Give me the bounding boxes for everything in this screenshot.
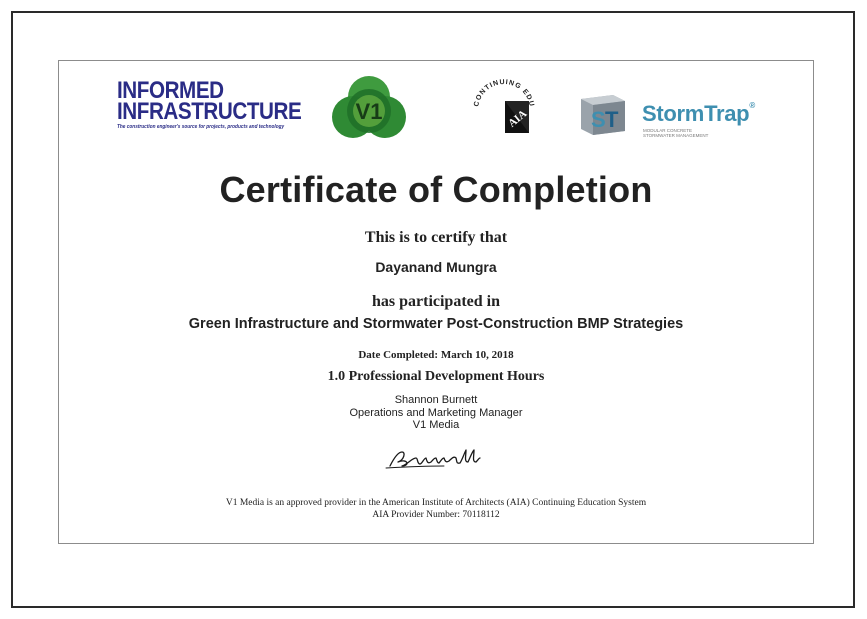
v1-logo: V1 xyxy=(331,75,407,143)
date-completed: Date Completed: March 10, 2018 xyxy=(59,349,813,361)
svg-text:S: S xyxy=(591,107,606,132)
pdh-hours: 1.0 Professional Development Hours xyxy=(327,369,545,384)
course-title: Green Infrastructure and Stormwater Post… xyxy=(188,316,684,332)
logo-ii-tagline: The construction engineer's source for p… xyxy=(117,124,285,130)
signature xyxy=(384,444,484,472)
signer-name: Shannon Burnett xyxy=(394,394,478,406)
stormtrap-subtitle: MODULAR CONCRETE STORMWATER MANAGEMENT xyxy=(643,128,709,138)
svg-text:T: T xyxy=(605,107,619,132)
certify-line: This is to certify that xyxy=(364,229,508,246)
recipient-name: Dayanand Mungra xyxy=(375,259,497,275)
v1-logo-text: V1 xyxy=(356,99,383,124)
certificate-title: Certificate of Completion xyxy=(219,169,653,210)
footer-provider-number: AIA Provider Number: 70118112 xyxy=(372,509,500,520)
stormtrap-name-part2: Trap xyxy=(704,101,750,126)
date-value: March 10, 2018 xyxy=(440,349,514,361)
signer-block: Shannon Burnett Operations and Marketing… xyxy=(59,394,813,432)
stormtrap-name: StormTrap® xyxy=(642,101,755,127)
stormtrap-logo: S T StormTrap® MODULAR CONCRETE STORMWAT… xyxy=(577,93,777,143)
informed-infrastructure-logo: INFORMED INFRASTRUCTURE The construction… xyxy=(117,79,302,131)
aia-continuing-education-logo: CONTINUING EDUCATION AIA xyxy=(469,75,539,145)
stormtrap-registered: ® xyxy=(749,101,755,110)
footer-provider-statement: V1 Media is an approved provider in the … xyxy=(225,498,647,508)
date-label: Date Completed: xyxy=(358,349,439,361)
logo-ii-line2: INFRASTRUCTURE xyxy=(117,98,302,125)
certificate: INFORMED INFRASTRUCTURE The construction… xyxy=(58,60,814,544)
signer-title: Operations and Marketing Manager xyxy=(349,406,523,419)
stormtrap-name-part1: Storm xyxy=(642,101,705,126)
signer-org: V1 Media xyxy=(412,419,460,431)
certificate-footer: V1 Media is an approved provider in the … xyxy=(59,498,813,521)
participated-line: has participated in xyxy=(371,293,500,310)
